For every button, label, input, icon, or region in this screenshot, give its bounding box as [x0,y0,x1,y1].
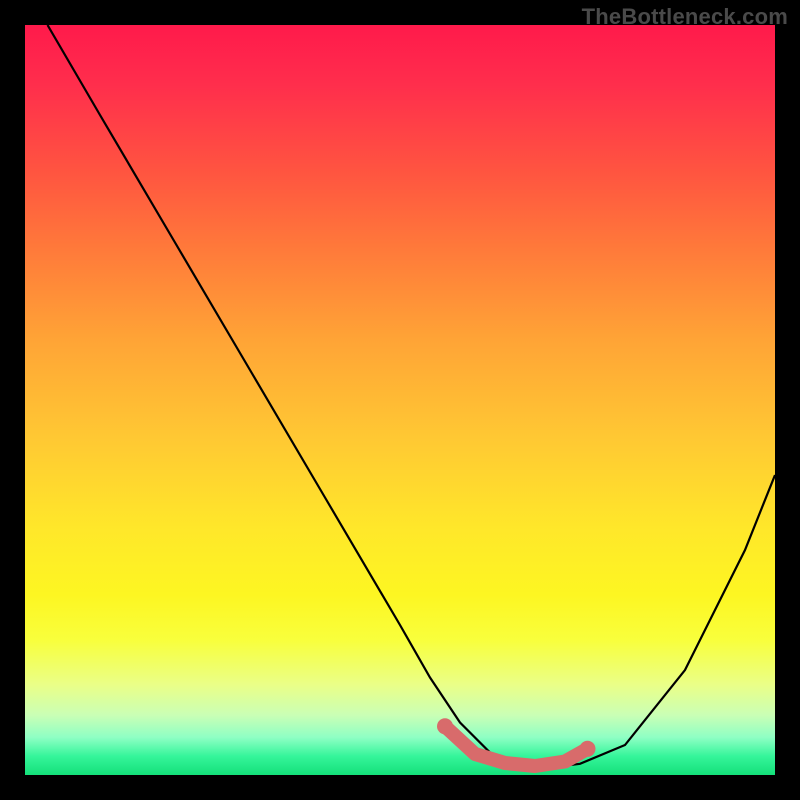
highlight-dot [580,741,596,757]
curve-layer [25,25,775,775]
watermark-text: TheBottleneck.com [582,4,788,30]
plot-area [25,25,775,775]
curve-path [48,25,776,768]
highlight-dot [437,718,453,734]
highlight-path [445,726,588,766]
chart-frame: TheBottleneck.com [0,0,800,800]
